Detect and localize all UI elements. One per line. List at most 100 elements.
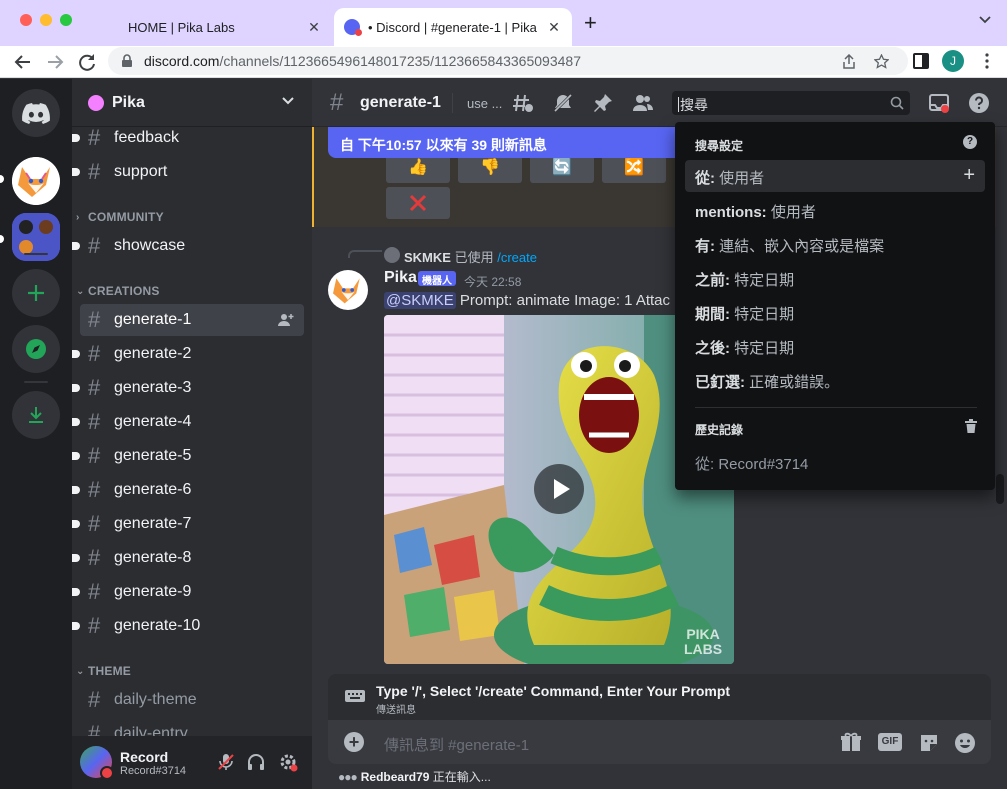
channel-generate-6[interactable]: # generate-6 [72, 474, 304, 506]
bookmark-star-icon[interactable] [874, 54, 889, 69]
user-mention[interactable]: @SKMKE [384, 292, 456, 309]
server-pika[interactable] [12, 157, 60, 205]
tab-close-icon[interactable]: ✕ [306, 19, 322, 35]
channel-generate-7[interactable]: # generate-7 [72, 508, 304, 540]
gif-picker-button[interactable]: GIF [878, 733, 902, 751]
forward-arrow-icon[interactable] [44, 51, 66, 73]
search-option-pinned[interactable]: 已釘選: 正確或錯誤。 [685, 364, 985, 396]
window-minimize-button[interactable] [40, 14, 52, 26]
plus-icon [28, 285, 44, 301]
server-header[interactable]: Pika [72, 79, 312, 127]
kebab-menu-icon[interactable] [978, 52, 1000, 74]
user-panel: Record Record#3714 [72, 736, 312, 789]
channel-showcase[interactable]: # showcase [72, 230, 304, 262]
unread-indicator [72, 486, 80, 494]
channel-generate-5[interactable]: # generate-5 [72, 440, 304, 472]
category-community[interactable]: › COMMUNITY [76, 210, 164, 224]
text-channel-icon: # [88, 341, 101, 366]
help-icon[interactable] [968, 92, 990, 114]
delete-button[interactable] [386, 187, 450, 219]
inbox-icon[interactable] [928, 92, 950, 114]
watermark-line-2: LABS [684, 641, 723, 657]
search-option-mentions[interactable]: mentions: 使用者 [685, 194, 985, 226]
gear-icon[interactable] [278, 752, 298, 772]
browser-tab-discord[interactable]: • Discord | #generate-1 | Pika ✕ [334, 8, 572, 46]
message-author[interactable]: Pika [384, 269, 417, 287]
back-arrow-icon[interactable] [12, 51, 34, 73]
headphones-icon[interactable] [246, 752, 266, 772]
search-option-from[interactable]: 從: 使用者 + [685, 160, 985, 192]
new-messages-banner[interactable]: 自 下午10:57 以來有 39 則新訊息 [328, 127, 688, 158]
unread-indicator [72, 520, 80, 528]
search-option-after[interactable]: 之後: 特定日期 [685, 330, 985, 362]
server-list-divider [24, 381, 48, 383]
channel-generate-1[interactable]: # generate-1 [80, 304, 304, 336]
browser-tab-pika-home[interactable]: HOME | Pika Labs ✕ [82, 8, 332, 46]
create-invite-icon[interactable] [278, 312, 294, 328]
command-hint-title: Type '/', Select '/create' Command, Ente… [376, 683, 731, 699]
window-close-button[interactable] [20, 14, 32, 26]
message-input[interactable]: 傳訊息到 #generate-1 [384, 734, 529, 755]
reference-user: SKMKE [404, 250, 451, 265]
reference-used: 已使用 [454, 250, 494, 265]
add-server-button[interactable] [12, 269, 60, 317]
search-help-icon[interactable]: ? [963, 135, 977, 149]
popout-divider [695, 407, 977, 408]
address-bar[interactable]: discord.com/channels/1123665496148017235… [108, 47, 908, 75]
pinned-messages-icon[interactable] [592, 92, 614, 114]
sticker-icon[interactable] [918, 732, 940, 754]
category-theme[interactable]: ⌄ THEME [76, 664, 131, 678]
mic-muted-icon[interactable] [216, 752, 236, 772]
message-composer[interactable]: + 傳訊息到 #generate-1 GIF [328, 720, 991, 764]
reference-command: /create [497, 250, 537, 265]
threads-icon[interactable] [512, 92, 534, 114]
search-option-has[interactable]: 有: 連結、嵌入內容或是檔案 [685, 228, 985, 260]
search-history-item[interactable]: 從: Record#3714 [695, 453, 808, 474]
reference-user-avatar[interactable] [384, 247, 400, 263]
search-input[interactable]: 搜尋 [672, 91, 910, 115]
search-option-before[interactable]: 之前: 特定日期 [685, 262, 985, 294]
gift-icon[interactable] [840, 732, 862, 752]
unread-indicator [72, 350, 80, 358]
command-reference[interactable]: SKMKE 已使用 /create [404, 247, 537, 266]
plus-icon[interactable]: + [963, 164, 975, 187]
download-apps-button[interactable] [12, 391, 60, 439]
reload-icon[interactable] [76, 51, 98, 73]
side-panel-icon[interactable] [912, 52, 934, 74]
channel-label: showcase [114, 237, 186, 254]
share-icon[interactable] [842, 54, 856, 69]
play-icon [554, 479, 570, 499]
tab-search-chevron-icon[interactable] [979, 16, 991, 24]
pika-fox-logo-icon [333, 278, 360, 304]
scrollbar-thumb[interactable] [996, 474, 1004, 504]
trash-icon[interactable] [965, 419, 977, 433]
emoji-icon[interactable] [954, 732, 976, 754]
profile-avatar[interactable]: J [942, 50, 964, 72]
explore-servers-button[interactable] [12, 325, 60, 373]
message-content: @SKMKE Prompt: animate Image: 1 Attac [384, 292, 670, 309]
channel-generate-9[interactable]: # generate-9 [72, 576, 304, 608]
message-scrollbar[interactable] [996, 127, 1004, 674]
add-attachment-button[interactable]: + [344, 732, 364, 752]
author-avatar[interactable] [328, 270, 368, 310]
channel-generate-8[interactable]: # generate-8 [72, 542, 304, 574]
channel-generate-3[interactable]: # generate-3 [72, 372, 304, 404]
category-creations[interactable]: ⌄ CREATIONS [76, 284, 160, 298]
user-avatar[interactable] [80, 746, 114, 780]
channel-generate-2[interactable]: # generate-2 [72, 338, 304, 370]
new-tab-button[interactable]: + [584, 12, 597, 34]
channel-topic[interactable]: use ... [467, 96, 502, 111]
channel-generate-4[interactable]: # generate-4 [72, 406, 304, 438]
window-zoom-button[interactable] [60, 14, 72, 26]
option-key: 從: [695, 170, 715, 187]
channel-support[interactable]: # support [72, 156, 304, 188]
channel-daily-theme[interactable]: # daily-theme [80, 684, 304, 716]
member-list-icon[interactable] [632, 92, 654, 114]
channel-generate-10[interactable]: # generate-10 [72, 610, 304, 642]
video-play-button[interactable] [534, 464, 584, 514]
channel-feedback[interactable]: # feedback [72, 122, 304, 154]
discord-home-button[interactable] [12, 89, 60, 137]
tab-close-icon[interactable]: ✕ [546, 19, 562, 35]
notification-bell-muted-icon[interactable] [552, 92, 574, 114]
search-option-during[interactable]: 期間: 特定日期 [685, 296, 985, 328]
